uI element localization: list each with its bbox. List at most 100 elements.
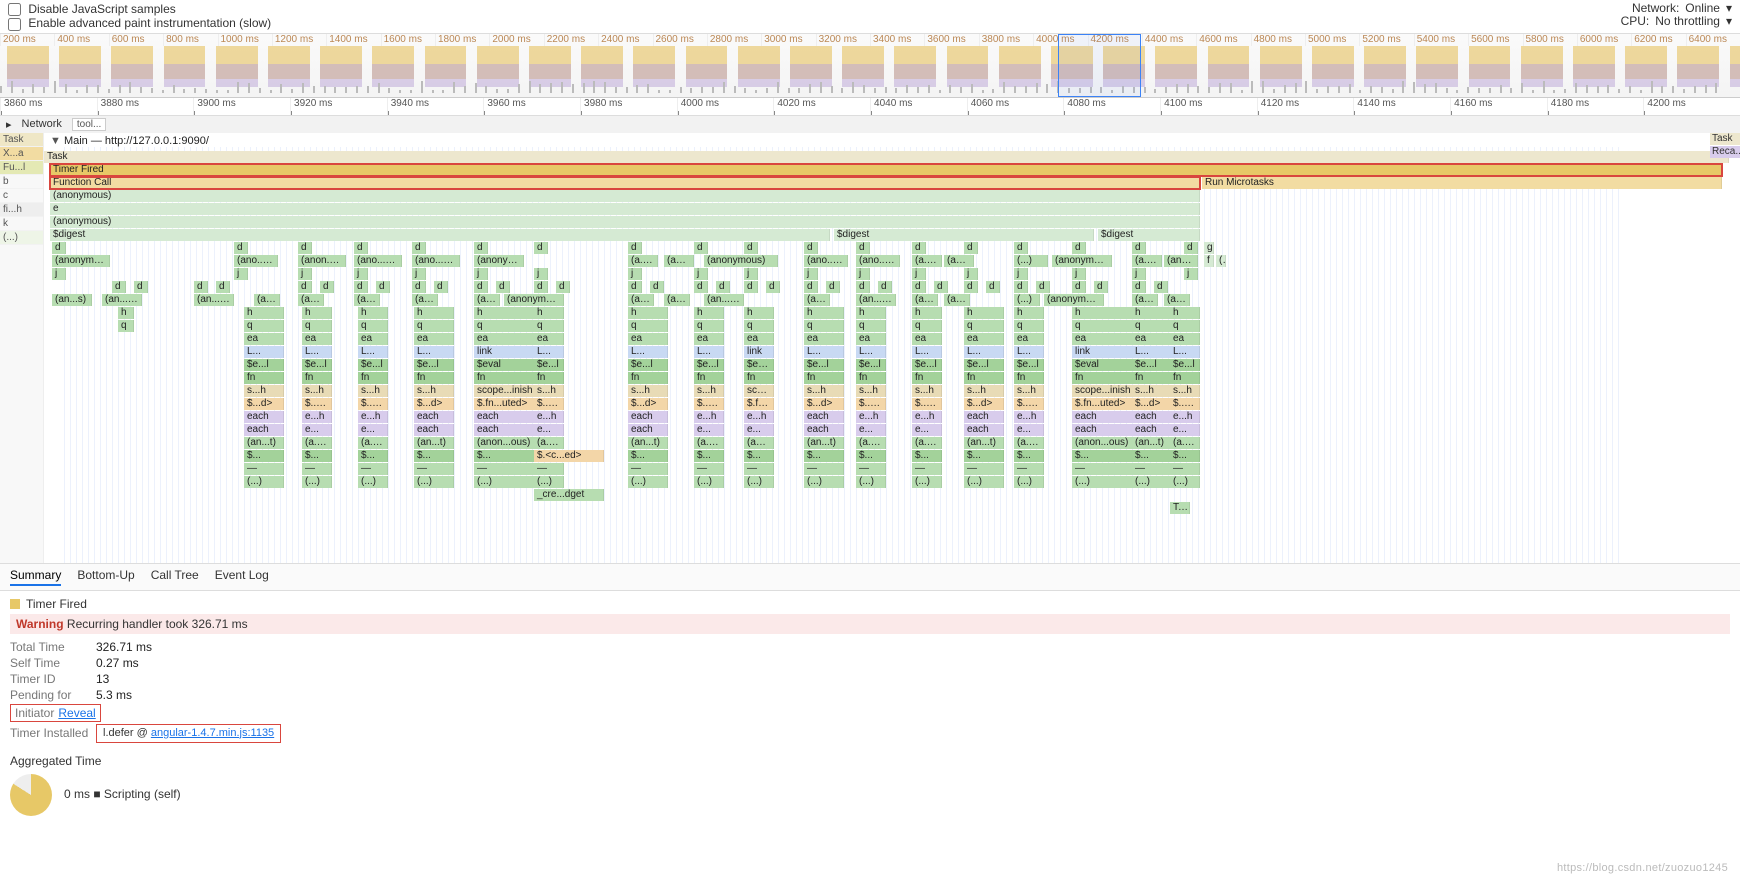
flame-segment[interactable]: s...h [964,385,1004,397]
flame-segment[interactable]: $... [628,450,668,462]
flame-segment[interactable]: j [52,268,66,280]
flame-segment[interactable]: each [414,411,454,423]
flame-segment[interactable]: $e...l [1132,359,1172,371]
flame-segment[interactable]: (a...s) [1132,294,1158,306]
flame-segment[interactable]: $.<c...ed> [534,450,604,462]
flame-segment[interactable]: L... [628,346,668,358]
flame-segment[interactable]: fn [244,372,284,384]
flame-segment[interactable]: h [1170,307,1200,319]
flame-segment[interactable]: link [744,346,774,358]
flame-segment[interactable]: q [912,320,942,332]
flame-segment[interactable]: — [534,463,564,475]
flame-segment[interactable]: (...) [358,476,388,488]
disable-js-samples[interactable]: Disable JavaScript samples [8,2,271,16]
flame-segment[interactable]: d [1014,281,1028,293]
flame-segment[interactable]: h [694,307,724,319]
flame-segment[interactable]: ea [628,333,668,345]
flame-segment[interactable]: e... [744,424,774,436]
flame-segment[interactable]: (a...s) [628,255,658,267]
flame-segment[interactable]: (a...s) [804,294,830,306]
flame-segment[interactable]: $e...l [358,359,388,371]
timeline-ruler[interactable]: 3860 ms3880 ms3900 ms3920 ms3940 ms3960 … [0,98,1740,116]
flame-segment[interactable]: (ano...us) [412,255,460,267]
flame-segment[interactable]: q [302,320,332,332]
flame-segment[interactable]: e...h [358,411,388,423]
flame-segment[interactable]: d [986,281,1000,293]
flame-segment[interactable]: e...h [302,411,332,423]
flame-segment[interactable]: $... [964,450,1004,462]
flame-segment[interactable]: d [354,242,368,254]
flame-segment[interactable]: (an...t) [414,437,454,449]
advanced-paint[interactable]: Enable advanced paint instrumentation (s… [8,16,271,30]
flame-segment[interactable]: (...) [1014,255,1048,267]
flame-segment[interactable]: (...) [1014,294,1040,306]
flame-segment[interactable]: (ano...us) [804,255,848,267]
flame-segment[interactable]: d [912,281,926,293]
flame-segment[interactable]: j [694,268,708,280]
flame-segment[interactable]: L... [856,346,886,358]
flame-segment[interactable]: — [1132,463,1172,475]
flame-segment[interactable]: e... [534,424,564,436]
main-thread-label[interactable]: ▼ Main — http://127.0.0.1:9090/ [44,133,215,149]
flame-segment[interactable]: d [804,242,818,254]
flame-segment[interactable]: d [744,281,758,293]
flame-segment[interactable]: fn [1132,372,1172,384]
flame-segment[interactable]: d [534,242,548,254]
flame-segment[interactable]: (...) [1170,476,1200,488]
flame-segment[interactable]: (...) [534,476,564,488]
flame-segment[interactable]: fn [694,372,724,384]
flame-segment[interactable]: d [194,281,208,293]
flame-segment[interactable]: — [744,463,774,475]
flame-segment[interactable]: scope...inish [744,385,774,397]
flame-segment[interactable]: $...d> [628,398,668,410]
flame-segment[interactable]: q [628,320,668,332]
flame-segment[interactable]: (a...s) [1164,294,1190,306]
flame-segment[interactable]: — [856,463,886,475]
flame-segment[interactable]: (a...s) [354,294,380,306]
flame-segment[interactable]: j [534,268,548,280]
flame-segment[interactable]: each [628,411,668,423]
flame-segment[interactable]: d [1014,242,1028,254]
flame-segment[interactable]: Function Call [50,177,1200,189]
flame-segment[interactable]: each [1132,424,1172,436]
flame-segment[interactable]: d [694,281,708,293]
flame-segment[interactable]: — [1170,463,1200,475]
flame-segment[interactable]: (...) [1216,255,1226,267]
flame-segment[interactable]: — [358,463,388,475]
flame-segment[interactable]: $... [302,450,332,462]
flame-segment[interactable]: j [1072,268,1086,280]
timer-source-link[interactable]: angular-1.4.7.min.js:1135 [151,727,274,739]
flame-segment[interactable]: h [534,307,564,319]
flame-segment[interactable]: e... [694,424,724,436]
flame-segment[interactable]: (an...t) [628,437,668,449]
flame-segment[interactable]: fn [744,372,774,384]
flame-segment[interactable]: j [234,268,248,280]
flame-segment[interactable]: ea [358,333,388,345]
flame-segment[interactable]: L... [964,346,1004,358]
flame-segment[interactable]: s...h [414,385,454,397]
flame-segment[interactable]: j [298,268,312,280]
flame-segment[interactable]: h [1132,307,1172,319]
flame-segment[interactable]: — [302,463,332,475]
flame-segment[interactable]: d [804,281,818,293]
flame-segment[interactable]: (an...us) [944,255,974,267]
flame-segment[interactable]: d [216,281,230,293]
flame-segment[interactable]: fn [1014,372,1044,384]
flame-segment[interactable]: d [496,281,510,293]
flame-segment[interactable]: $digest [834,229,1094,241]
flame-segment[interactable]: $... [1170,450,1200,462]
flame-segment[interactable]: (ano...us) [354,255,402,267]
flame-segment[interactable]: (...) [414,476,454,488]
flame-segment[interactable]: j [412,268,426,280]
flame-segment[interactable]: e...h [1014,411,1044,423]
flame-segment[interactable]: d [556,281,570,293]
flame-segment[interactable]: (a...st) [856,437,886,449]
flame-segment[interactable]: L... [414,346,454,358]
flame-segment[interactable]: $...d> [1132,398,1172,410]
flame-segment[interactable]: (anonymous) [1044,294,1104,306]
flame-segment[interactable]: h [912,307,942,319]
flame-segment[interactable]: L... [534,346,564,358]
flame-segment[interactable]: d [1036,281,1050,293]
tab-summary[interactable]: Summary [10,568,61,586]
flame-segment[interactable]: d [474,281,488,293]
